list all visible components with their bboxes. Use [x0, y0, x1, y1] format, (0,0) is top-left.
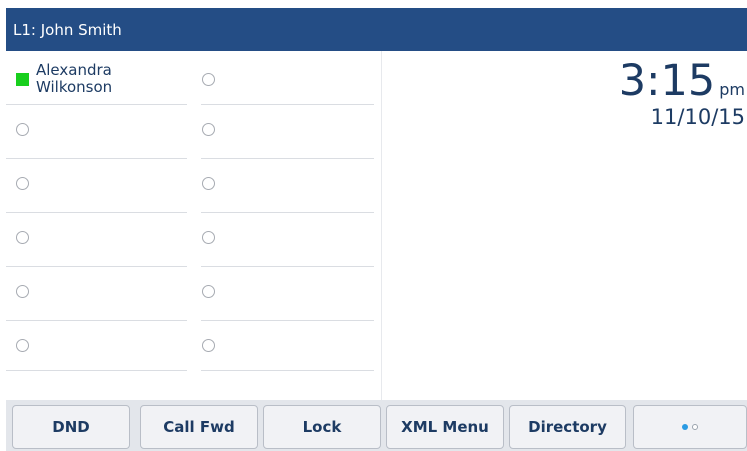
softkey-label: Lock — [302, 418, 342, 436]
programmable-key-2[interactable] — [16, 109, 186, 149]
softkey-call-fwd[interactable]: Call Fwd — [140, 405, 258, 449]
softkey-bar: DND Call Fwd Lock XML Menu Directory — [6, 400, 747, 451]
programmable-key-7[interactable] — [202, 59, 372, 99]
page-dot-inactive-icon — [692, 424, 698, 430]
programmable-key-10[interactable] — [202, 217, 372, 257]
page-dot-active-icon — [682, 424, 688, 430]
key-separator — [201, 370, 374, 371]
programmable-keys-panel: Alexandra Wilkonson — [6, 51, 382, 400]
programmable-key-12[interactable] — [202, 325, 372, 365]
radio-circle-icon — [16, 176, 29, 190]
phone-screen: L1: John Smith Alexandra Wilkonson 3:15 … — [0, 0, 747, 451]
line-label: L1: John Smith — [13, 20, 122, 39]
radio-circle-icon — [16, 338, 29, 352]
clock-time: 3:15 — [618, 56, 716, 106]
key-separator — [201, 104, 374, 105]
radio-circle-icon — [202, 72, 215, 86]
radio-circle-icon — [202, 122, 215, 136]
programmable-key-1[interactable]: Alexandra Wilkonson — [16, 59, 186, 99]
clock-date: 11/10/15 — [650, 105, 745, 129]
programmable-key-3[interactable] — [16, 163, 186, 203]
key-separator — [6, 320, 187, 321]
key-separator — [201, 212, 374, 213]
radio-circle-icon — [202, 284, 215, 298]
key-separator — [201, 320, 374, 321]
presence-available-icon — [16, 72, 29, 86]
radio-circle-icon — [16, 122, 29, 136]
radio-circle-icon — [16, 230, 29, 244]
key-separator — [6, 212, 187, 213]
key-separator — [6, 370, 187, 371]
softkey-label: Call Fwd — [163, 418, 235, 436]
softkey-label: XML Menu — [401, 418, 489, 436]
softkey-xml-menu[interactable]: XML Menu — [386, 405, 504, 449]
clock-widget: 3:15 pm 11/10/15 — [619, 59, 745, 129]
softkey-dnd[interactable]: DND — [12, 405, 130, 449]
programmable-key-8[interactable] — [202, 109, 372, 149]
programmable-key-label: Alexandra Wilkonson — [36, 61, 113, 96]
radio-circle-icon — [202, 176, 215, 190]
radio-circle-icon — [202, 338, 215, 352]
softkey-more-pages[interactable] — [633, 405, 747, 449]
radio-circle-icon — [202, 230, 215, 244]
panel-divider — [381, 51, 382, 400]
key-separator — [201, 158, 374, 159]
key-separator — [6, 266, 187, 267]
softkey-label: DND — [52, 418, 90, 436]
key-separator — [201, 266, 374, 267]
page-indicator — [682, 424, 698, 430]
softkey-lock[interactable]: Lock — [263, 405, 381, 449]
programmable-key-9[interactable] — [202, 163, 372, 203]
programmable-key-4[interactable] — [16, 217, 186, 257]
key-separator — [6, 158, 187, 159]
softkey-label: Directory — [528, 418, 607, 436]
programmable-key-6[interactable] — [16, 325, 186, 365]
key-separator — [6, 104, 187, 105]
softkey-directory[interactable]: Directory — [509, 405, 626, 449]
clock-ampm: pm — [719, 80, 745, 99]
programmable-key-11[interactable] — [202, 271, 372, 311]
programmable-key-5[interactable] — [16, 271, 186, 311]
line-status-header: L1: John Smith — [6, 8, 747, 51]
radio-circle-icon — [16, 284, 29, 298]
